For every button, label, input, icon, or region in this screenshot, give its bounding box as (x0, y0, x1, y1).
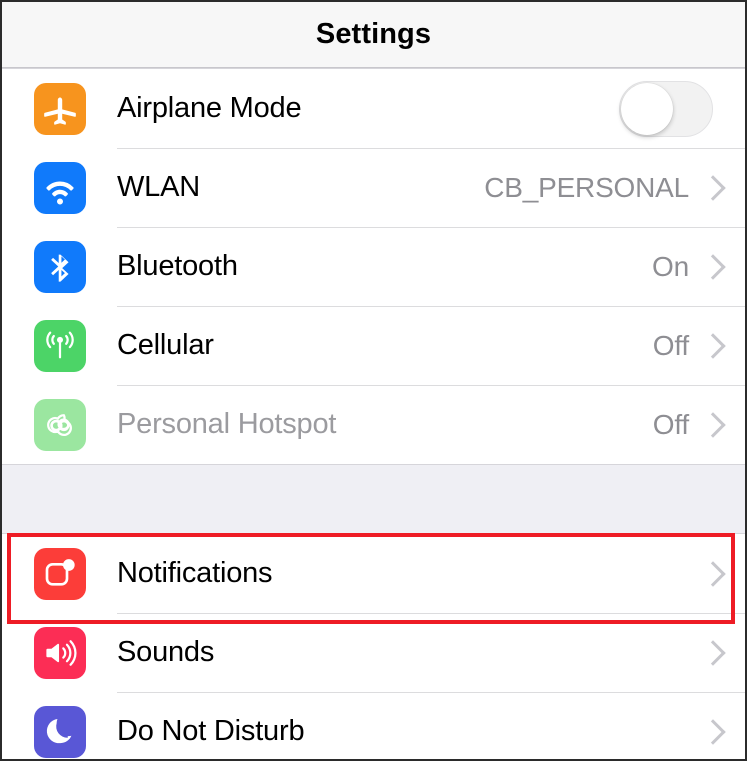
settings-row-wlan[interactable]: WLAN CB_PERSONAL (2, 148, 745, 227)
settings-row-sounds[interactable]: Sounds (2, 613, 745, 692)
chevron-right-icon (703, 331, 721, 361)
settings-row-value: Off (652, 408, 689, 440)
settings-row-cellular[interactable]: Cellular Off (2, 306, 745, 385)
settings-row-do-not-disturb[interactable]: Do Not Disturb (2, 692, 745, 759)
toggle-knob (621, 82, 673, 135)
chevron-right-icon (703, 252, 721, 282)
navigation-bar: Settings (2, 2, 745, 68)
airplane-mode-toggle[interactable] (619, 80, 713, 137)
notifications-badge-icon (34, 547, 86, 600)
chevron-right-icon (703, 559, 721, 589)
group-separator (2, 465, 745, 533)
settings-row-label: Cellular (117, 329, 214, 361)
crescent-moon-icon (34, 705, 86, 758)
settings-row-label: Sounds (117, 636, 215, 668)
settings-row-label: Airplane Mode (117, 92, 302, 124)
settings-row-label: Notifications (117, 557, 273, 589)
cellular-antenna-icon (34, 319, 86, 372)
wifi-icon (34, 161, 86, 214)
settings-row-notifications[interactable]: Notifications (2, 534, 745, 613)
bluetooth-icon (34, 240, 86, 293)
settings-row-bluetooth[interactable]: Bluetooth On (2, 227, 745, 306)
chevron-right-icon (703, 717, 721, 747)
settings-list[interactable]: Airplane Mode WLAN CB_PERSONAL Bluetooth… (2, 68, 745, 759)
settings-row-airplane-mode[interactable]: Airplane Mode (2, 69, 745, 148)
settings-row-value: Off (652, 329, 689, 361)
page-title: Settings (315, 18, 432, 50)
settings-row-value: CB_PERSONAL (484, 171, 689, 203)
settings-row-label: Bluetooth (117, 250, 238, 282)
settings-group-alerts: Notifications Sounds Do Not Disturb (2, 533, 745, 759)
settings-row-label: Personal Hotspot (117, 408, 337, 440)
settings-row-label: Do Not Disturb (117, 715, 305, 747)
chevron-right-icon (703, 173, 721, 203)
settings-row-personal-hotspot[interactable]: Personal Hotspot Off (2, 385, 745, 464)
chevron-right-icon (703, 638, 721, 668)
chevron-right-icon (703, 410, 721, 440)
hotspot-links-icon (34, 398, 86, 451)
settings-row-value: On (652, 250, 689, 282)
speaker-icon (34, 626, 86, 679)
airplane-icon (34, 82, 86, 135)
settings-group-connectivity: Airplane Mode WLAN CB_PERSONAL Bluetooth… (2, 68, 745, 465)
settings-row-label: WLAN (117, 171, 200, 203)
settings-screen: Settings Airplane Mode WLAN CB_PERSONAL … (0, 0, 747, 761)
